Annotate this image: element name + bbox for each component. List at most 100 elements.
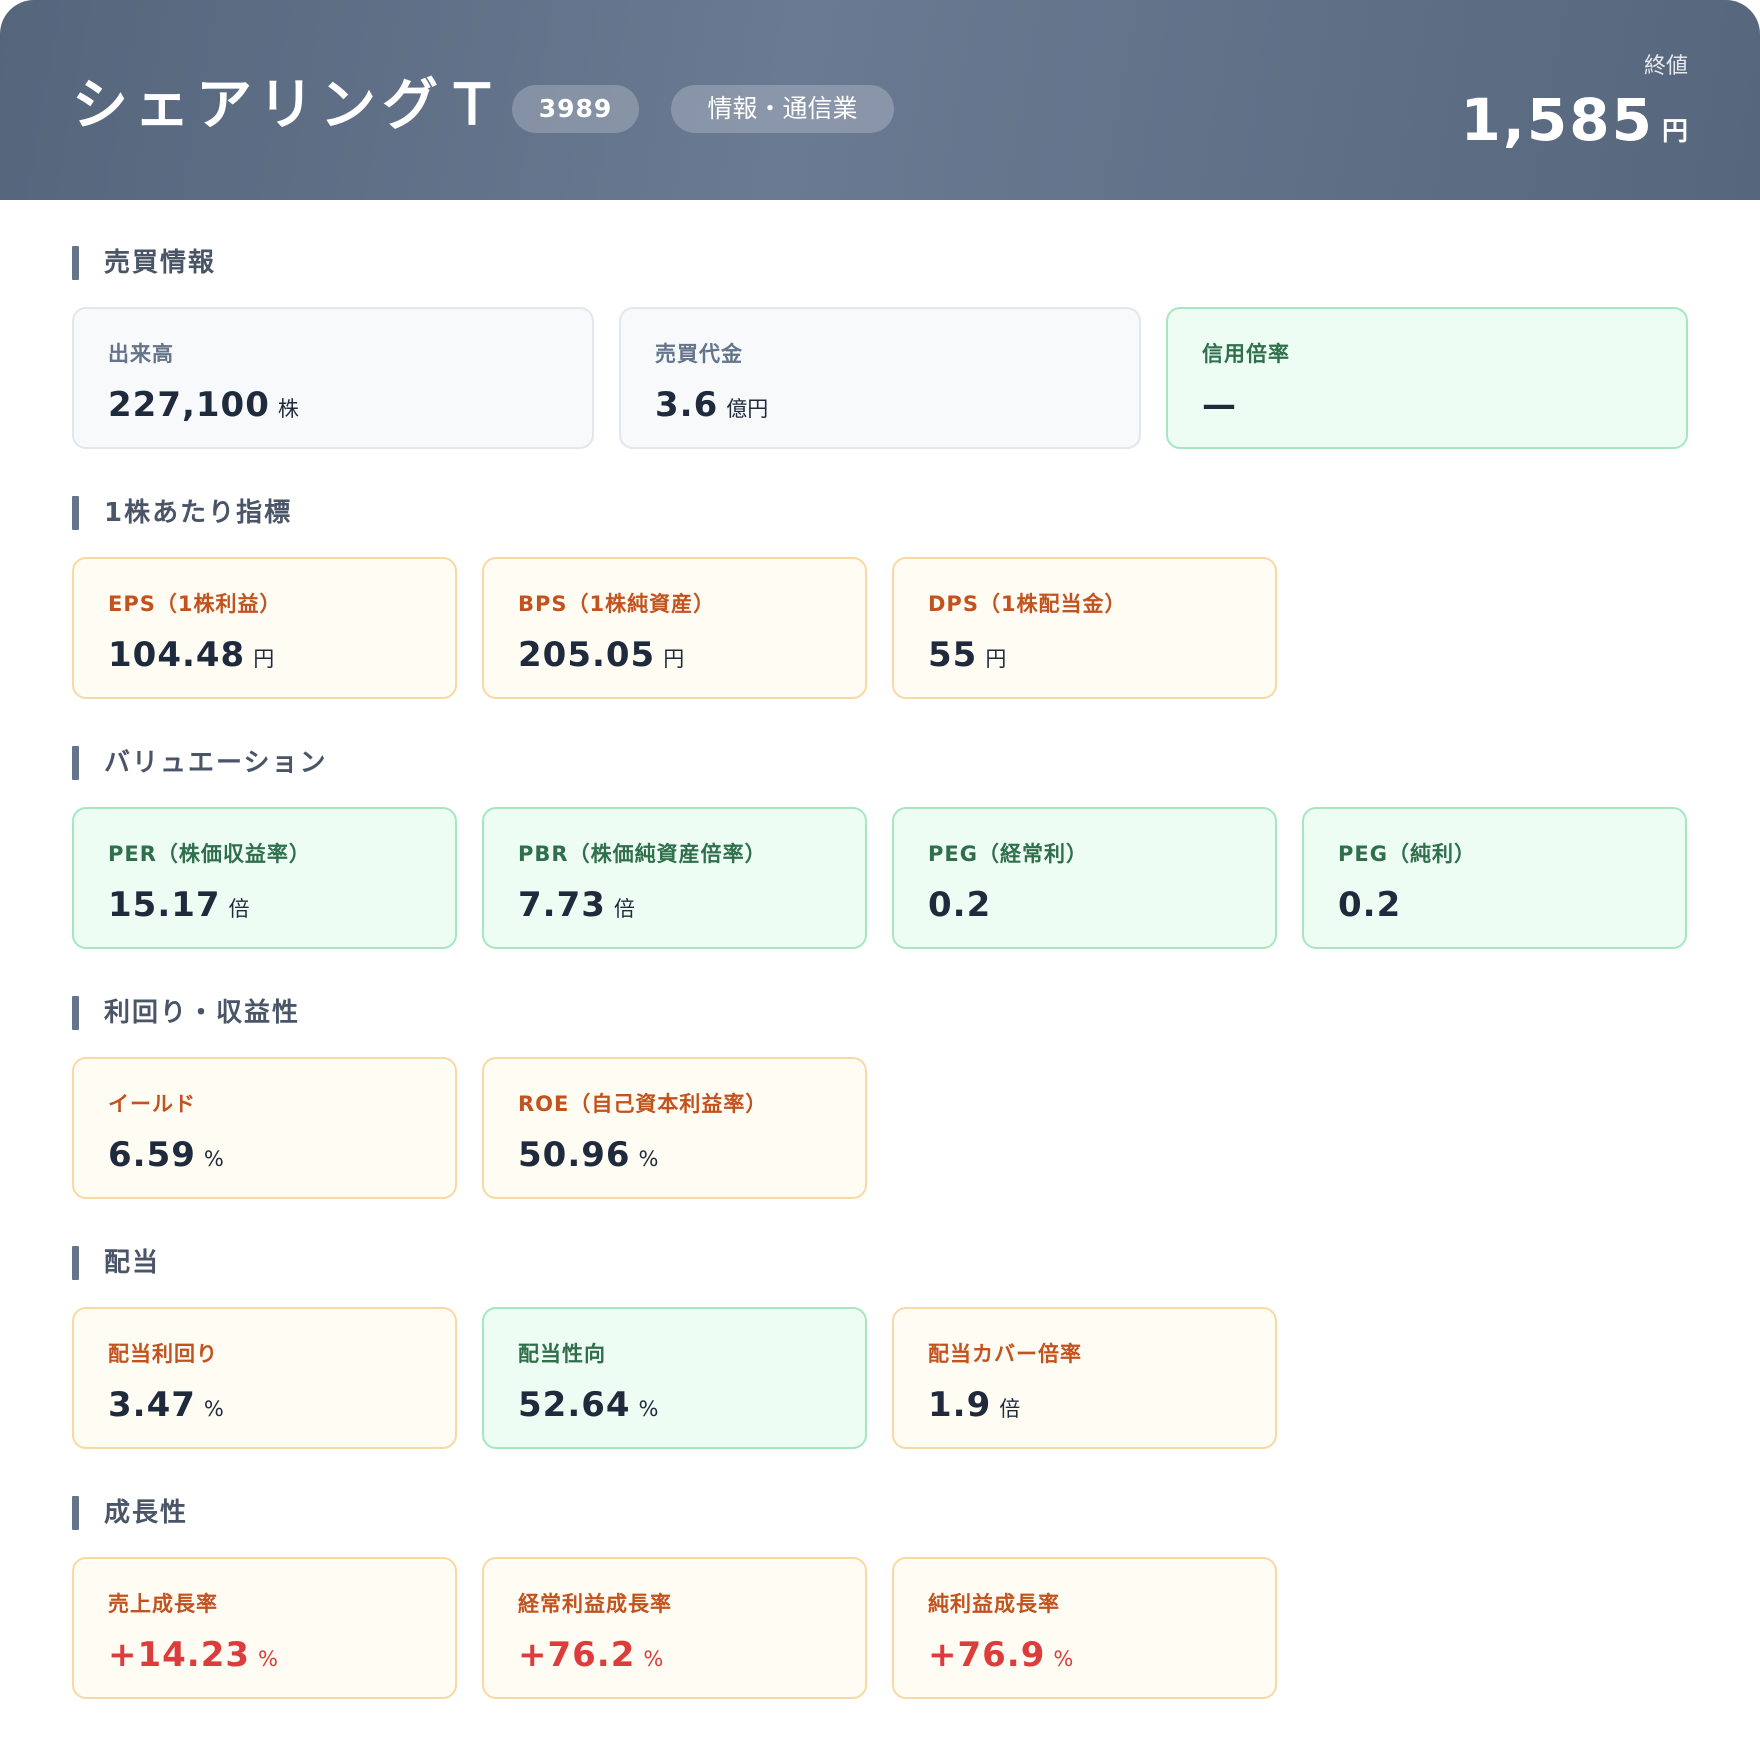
metric-value-positive: +14.23	[108, 1635, 251, 1675]
metric-label: ROE（自己資本利益率）	[518, 1092, 768, 1116]
metric-label: DPS（1株配当金）	[928, 592, 1127, 616]
metric-unit: 倍	[999, 1397, 1021, 1421]
metric-card-ordinary-profit-growth: 経常利益成長率 +76.2%	[482, 1557, 867, 1699]
metric-card-roe: ROE（自己資本利益率） 50.96%	[482, 1057, 867, 1199]
metric-label: PEG（経常利）	[928, 842, 1088, 866]
section-valuation: バリュエーション PER（株価収益率） 15.17 倍 PBR（株価純資産倍率） …	[72, 744, 1688, 949]
metric-label: 配当利回り	[108, 1342, 218, 1366]
metric-value-row: 15.17 倍	[108, 883, 421, 927]
metric-value-positive: +76.2	[518, 1635, 636, 1675]
metric-unit: 円	[985, 647, 1007, 671]
metric-card-earnings-yield: イールド 6.59%	[72, 1057, 457, 1199]
metric-card-dps: DPS（1株配当金） 55 円	[892, 557, 1277, 699]
metric-card-turnover: 売買代金 3.6 億円	[619, 307, 1141, 449]
metric-card-sales-growth: 売上成長率 +14.23%	[72, 1557, 457, 1699]
metric-card-eps: EPS（1株利益） 104.48 円	[72, 557, 457, 699]
metric-value: 52.64	[518, 1385, 631, 1425]
card-grid: EPS（1株利益） 104.48 円 BPS（1株純資産） 205.05 円 DPS…	[72, 557, 1688, 699]
metric-value: 0.2	[1338, 885, 1402, 925]
closing-price: 1,585 円	[1461, 86, 1688, 154]
metric-value-empty: —	[1202, 385, 1237, 425]
metric-label: 信用倍率	[1202, 342, 1290, 366]
metric-label: 売買代金	[655, 342, 743, 366]
metric-value: 205.05	[518, 635, 656, 675]
metric-value-row: 55 円	[928, 633, 1241, 677]
section-growth: 成長性 売上成長率 +14.23% 経常利益成長率 +76.2% 純利益成長率 …	[72, 1494, 1688, 1699]
metric-label: PEG（純利）	[1338, 842, 1476, 866]
metric-unit: 倍	[228, 897, 250, 921]
section-title: 1株あたり指標	[72, 494, 1688, 532]
metric-value: 0.2	[928, 885, 992, 925]
metric-label: 配当カバー倍率	[928, 1342, 1082, 1366]
card-grid: 出来高 227,100 株 売買代金 3.6 億円 信用倍率 —	[72, 307, 1688, 449]
metric-value-row: 1.9 倍	[928, 1383, 1241, 1427]
card-grid: イールド 6.59% ROE（自己資本利益率） 50.96%	[72, 1057, 1688, 1199]
closing-price-value: 1,585	[1460, 86, 1654, 154]
metric-value-row: 50.96%	[518, 1133, 831, 1177]
stock-code-badge: 3989	[512, 85, 639, 133]
section-yield: 利回り・収益性 イールド 6.59% ROE（自己資本利益率） 50.96%	[72, 994, 1688, 1199]
section-title: 売買情報	[72, 244, 1688, 282]
metric-card-payout-ratio: 配当性向 52.64%	[482, 1307, 867, 1449]
metric-unit: 株	[277, 397, 299, 421]
metric-value-row: +76.2%	[518, 1633, 831, 1677]
metric-unit: %	[203, 1147, 224, 1171]
metric-card-peg-net: PEG（純利） 0.2	[1302, 807, 1687, 949]
section-title: バリュエーション	[72, 744, 1688, 782]
metric-value-row: 205.05 円	[518, 633, 831, 677]
metric-unit: %	[638, 1397, 659, 1421]
metric-unit: %	[638, 1147, 659, 1171]
metric-card-volume: 出来高 227,100 株	[72, 307, 594, 449]
metric-card-net-profit-growth: 純利益成長率 +76.9%	[892, 1557, 1277, 1699]
metric-unit: %	[203, 1397, 224, 1421]
metric-value-row: 7.73 倍	[518, 883, 831, 927]
metric-value: 104.48	[108, 635, 246, 675]
metric-value-row: 227,100 株	[108, 383, 558, 427]
metric-unit: %	[258, 1647, 279, 1671]
metric-unit: %	[643, 1647, 664, 1671]
metric-card-dividend-cover: 配当カバー倍率 1.9 倍	[892, 1307, 1277, 1449]
metric-value: 3.6	[655, 385, 719, 425]
metric-label: 出来高	[108, 342, 174, 366]
metric-value: 227,100	[108, 385, 270, 425]
section-per-share: 1株あたり指標 EPS（1株利益） 104.48 円 BPS（1株純資産） 205…	[72, 494, 1688, 699]
metric-value-row: 6.59%	[108, 1133, 421, 1177]
metric-value-row: 52.64%	[518, 1383, 831, 1427]
metric-value: 7.73	[518, 885, 606, 925]
section-dividend: 配当 配当利回り 3.47% 配当性向 52.64% 配当カバー倍率 1.9 倍	[72, 1244, 1688, 1449]
metric-value-row: +76.9%	[928, 1633, 1241, 1677]
stock-indicator-page: シェアリングＴ 3989 情報・通信業 終値 1,585 円 売買情報 出来高 2…	[0, 0, 1760, 1760]
metric-label: BPS（1株純資産）	[518, 592, 716, 616]
stock-header: シェアリングＴ 3989 情報・通信業 終値 1,585 円	[0, 0, 1760, 200]
section-title: 利回り・収益性	[72, 994, 1688, 1032]
metric-value: 1.9	[928, 1385, 992, 1425]
metric-value-row: 3.6 億円	[655, 383, 1105, 427]
metric-unit: 億円	[726, 397, 769, 421]
metric-value: 55	[928, 635, 978, 675]
metric-value: 3.47	[108, 1385, 196, 1425]
metric-label: イールド	[108, 1092, 196, 1116]
section-title: 成長性	[72, 1494, 1688, 1532]
card-grid: PER（株価収益率） 15.17 倍 PBR（株価純資産倍率） 7.73 倍 PEG…	[72, 807, 1688, 949]
metric-card-pbr: PBR（株価純資産倍率） 7.73 倍	[482, 807, 867, 949]
metric-value-row: +14.23%	[108, 1633, 421, 1677]
metric-card-bps: BPS（1株純資産） 205.05 円	[482, 557, 867, 699]
closing-price-label: 終値	[1643, 54, 1688, 79]
section-trading: 売買情報 出来高 227,100 株 売買代金 3.6 億円 信用倍率 —	[72, 244, 1688, 449]
metric-value: 15.17	[108, 885, 221, 925]
metric-value-positive: +76.9	[928, 1635, 1046, 1675]
metric-unit: 円	[663, 647, 685, 671]
metric-card-peg-ordinary: PEG（経常利） 0.2	[892, 807, 1277, 949]
metric-value-row: —	[1202, 383, 1652, 427]
metric-label: EPS（1株利益）	[108, 592, 282, 616]
metric-value-row: 3.47%	[108, 1383, 421, 1427]
metric-value-row: 0.2	[928, 883, 1241, 927]
metric-value-row: 0.2	[1338, 883, 1651, 927]
metric-value: 6.59	[108, 1135, 196, 1175]
metric-label: 純利益成長率	[928, 1592, 1060, 1616]
metric-label: PER（株価収益率）	[108, 842, 311, 866]
metric-card-margin-ratio: 信用倍率 —	[1166, 307, 1688, 449]
metric-value-row: 104.48 円	[108, 633, 421, 677]
metric-label: 売上成長率	[108, 1592, 218, 1616]
metric-unit: 倍	[613, 897, 635, 921]
